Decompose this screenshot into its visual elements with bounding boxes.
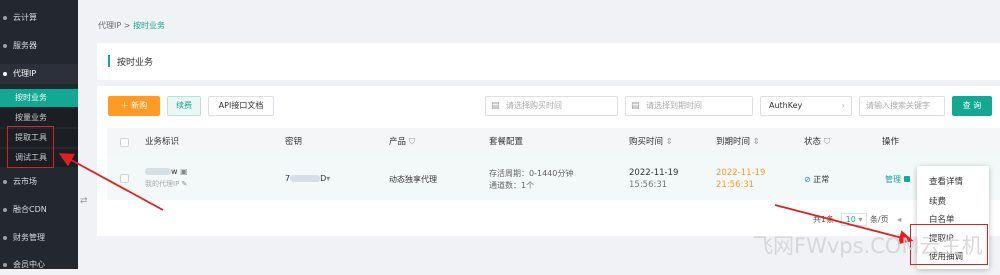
watermark: 飞网FWvps.COM云主机 <box>752 234 983 258</box>
arrow-to-sidebar <box>58 153 164 211</box>
annotation-arrows <box>58 153 914 245</box>
